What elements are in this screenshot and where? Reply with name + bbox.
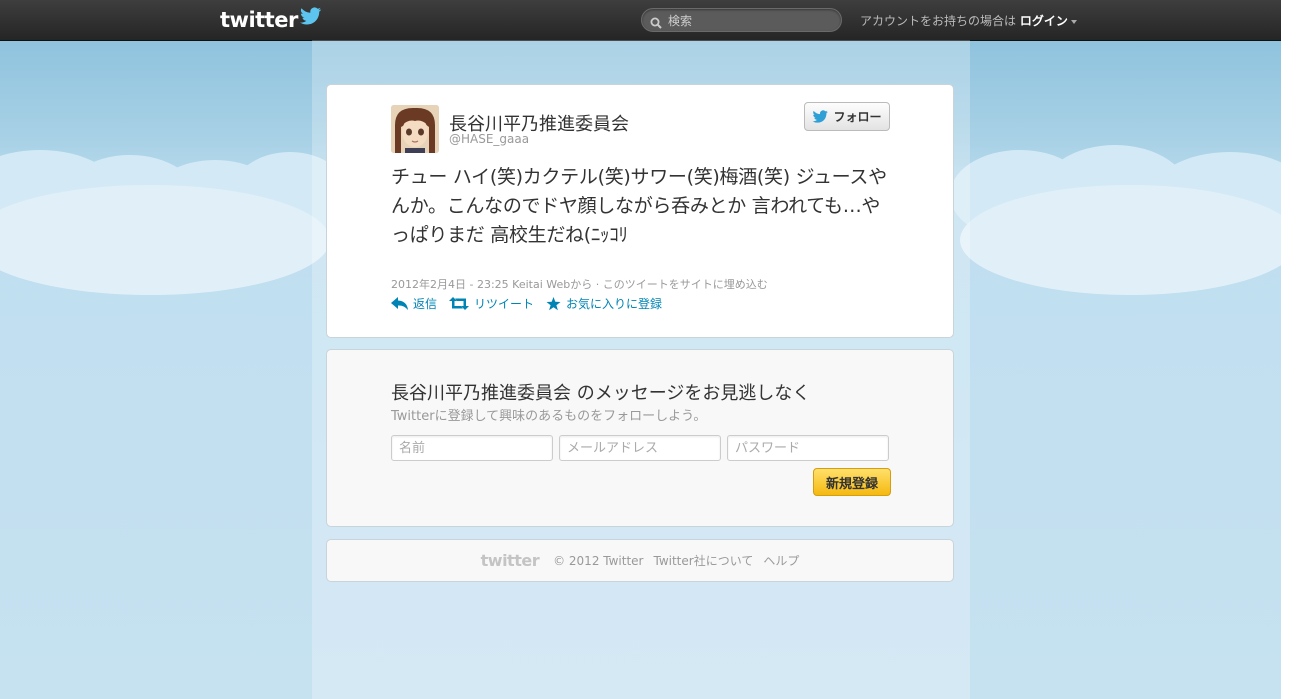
password-field[interactable] <box>727 435 889 461</box>
login-prompt: アカウントをお持ちの場合は <box>860 14 1017 28</box>
twitter-bird-icon <box>813 110 829 123</box>
retweet-label: リツイート <box>474 297 535 311</box>
copyright: © 2012 Twitter <box>553 553 644 568</box>
favorite-button[interactable]: お気に入りに登録 <box>546 295 662 312</box>
screen-name[interactable]: @HASE_gaaa <box>449 132 529 146</box>
search-icon <box>650 14 662 33</box>
top-bar: twitter アカウントをお持ちの場合は ログイン <box>0 0 1281 41</box>
signup-subtitle: Twitterに登録して興味のあるものをフォローしよう。 <box>391 409 707 424</box>
follow-label: フォロー <box>833 110 882 124</box>
signup-card: 長谷川平乃推進委員会 のメッセージをお見逃しなく Twitterに登録して興味の… <box>326 349 954 527</box>
reply-button[interactable]: 返信 <box>391 295 437 312</box>
login-area: アカウントをお持ちの場合は ログイン <box>860 12 1077 29</box>
footer-logo[interactable]: twitter <box>481 551 540 570</box>
retweet-button[interactable]: リツイート <box>449 295 534 312</box>
embed-tweet-link[interactable]: このツイートをサイトに埋め込む <box>603 278 768 291</box>
tweet-card: 長谷川平乃推進委員会 @HASE_gaaa フォロー チュー ハイ(笑)カクテル… <box>326 84 954 338</box>
retweet-icon <box>449 297 470 310</box>
tweet-text: チュー ハイ(笑)カクテル(笑)サワー(笑)梅酒(笑) ジュースやんか。こんなの… <box>391 166 887 246</box>
window-edge <box>1281 0 1298 699</box>
follow-button[interactable]: フォロー <box>804 102 890 131</box>
login-link[interactable]: ログイン <box>1020 14 1068 28</box>
help-link[interactable]: ヘルプ <box>763 552 799 569</box>
reply-label: 返信 <box>413 297 438 311</box>
chevron-down-icon[interactable] <box>1070 19 1077 24</box>
star-icon <box>546 296 561 310</box>
tweet-actions: 返信 リツイート お気に入りに登録 <box>391 295 662 312</box>
tweet-source[interactable]: Keitai Webから <box>512 278 592 291</box>
name-field[interactable] <box>391 435 553 461</box>
about-link[interactable]: Twitter社について <box>653 552 753 569</box>
reply-icon <box>391 297 408 310</box>
favorite-label: お気に入りに登録 <box>566 297 663 311</box>
signup-title: 長谷川平乃推進委員会 のメッセージをお見逃しなく <box>391 383 811 404</box>
email-field[interactable] <box>559 435 721 461</box>
search-input[interactable] <box>666 11 840 31</box>
timestamp-link[interactable]: 2012年2月4日 - 23:25 <box>391 278 509 291</box>
avatar[interactable] <box>391 105 439 153</box>
signup-button[interactable]: 新規登録 <box>813 468 891 496</box>
meta-separator: · <box>595 278 600 291</box>
twitter-bird-icon <box>299 7 322 29</box>
search-box[interactable] <box>641 8 842 32</box>
twitter-logo[interactable]: twitter <box>220 6 322 34</box>
tweet-meta: 2012年2月4日 - 23:25 Keitai Webから · このツイートを… <box>391 276 768 292</box>
footer: twitter © 2012 Twitter Twitter社について ヘルプ <box>326 539 954 582</box>
logo-text: twitter <box>220 8 298 32</box>
